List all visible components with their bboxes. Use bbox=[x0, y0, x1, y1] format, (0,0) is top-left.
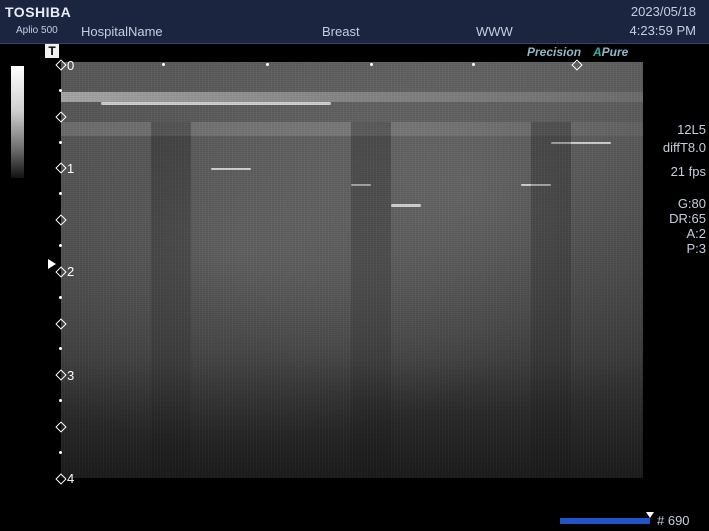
depth-tick bbox=[59, 347, 62, 350]
apure-a: A bbox=[593, 45, 602, 59]
p-value: P:3 bbox=[686, 241, 706, 256]
depth-tick bbox=[59, 451, 62, 454]
ruler-dot bbox=[370, 63, 373, 66]
apure-text: Pure bbox=[601, 45, 629, 59]
a-value: A:2 bbox=[686, 226, 706, 241]
hospital-name: HospitalName bbox=[81, 24, 163, 39]
imaging-mode: diffT8.0 bbox=[662, 140, 706, 155]
ruler-dot bbox=[472, 63, 475, 66]
date-display: 2023/05/18 bbox=[630, 4, 696, 19]
transducer-orientation-marker: T bbox=[45, 44, 59, 58]
header-bar: TOSHIBA Aplio 500 HospitalName Breast WW… bbox=[0, 0, 709, 44]
focus-marker-icon[interactable] bbox=[48, 259, 56, 269]
depth-attenuation bbox=[61, 358, 643, 478]
ultrasound-image bbox=[61, 62, 643, 478]
depth-tick bbox=[59, 192, 62, 195]
depth-tick bbox=[59, 89, 62, 92]
www-label: WWW bbox=[476, 24, 513, 39]
apure-label: APure bbox=[593, 45, 628, 59]
depth-label: 3 bbox=[67, 368, 75, 383]
grayscale-bar bbox=[11, 66, 24, 178]
depth-label: 0 bbox=[67, 58, 75, 73]
time-display: 4:23:59 PM bbox=[629, 23, 697, 38]
depth-label: 2 bbox=[67, 264, 75, 279]
depth-label: 1 bbox=[67, 161, 75, 176]
probe-name: 12L5 bbox=[677, 122, 706, 137]
depth-tick bbox=[59, 296, 62, 299]
depth-tick bbox=[59, 399, 62, 402]
model-name: Aplio 500 bbox=[16, 25, 58, 36]
ruler-dot bbox=[266, 63, 269, 66]
depth-tick bbox=[59, 141, 62, 144]
depth-label: 4 bbox=[67, 471, 75, 486]
gain-value: G:80 bbox=[677, 196, 706, 211]
dynamic-range-value: DR:65 bbox=[669, 211, 706, 226]
precision-label: Precision bbox=[527, 45, 582, 59]
cine-progress-bar[interactable] bbox=[560, 518, 650, 524]
frame-rate: 21 fps bbox=[670, 164, 706, 179]
exam-preset: Breast bbox=[322, 24, 360, 39]
cine-position-marker-icon[interactable] bbox=[646, 512, 654, 518]
depth-tick bbox=[59, 244, 62, 247]
ruler-dot bbox=[162, 63, 165, 66]
frame-number: # 690 bbox=[657, 513, 690, 528]
brand-logo: TOSHIBA bbox=[5, 4, 72, 20]
